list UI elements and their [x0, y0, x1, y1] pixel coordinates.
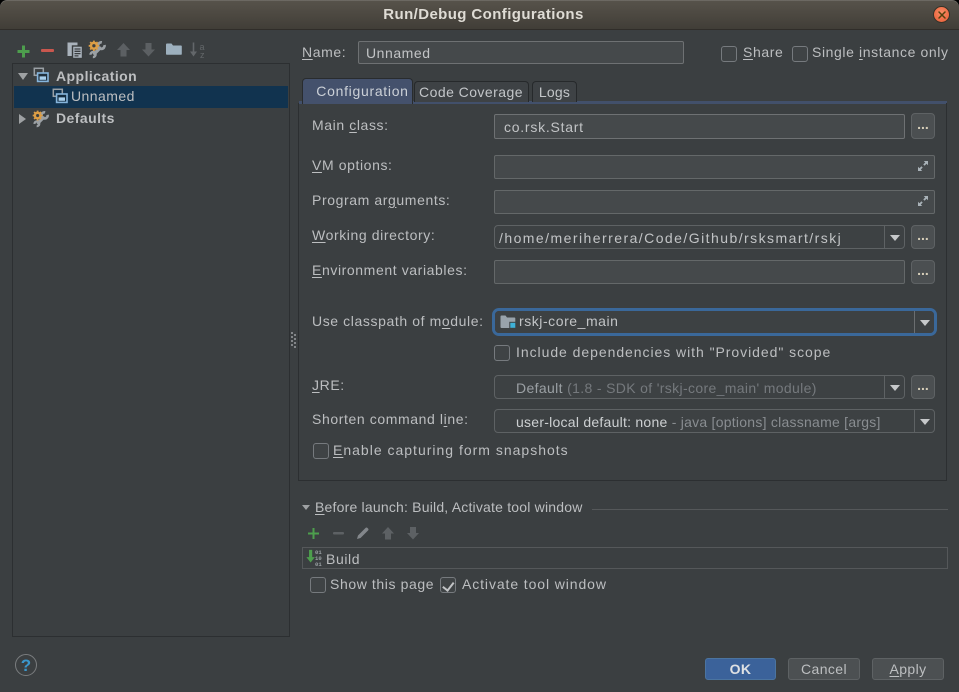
svg-text:01: 01: [315, 561, 322, 568]
svg-text:z: z: [200, 50, 205, 60]
